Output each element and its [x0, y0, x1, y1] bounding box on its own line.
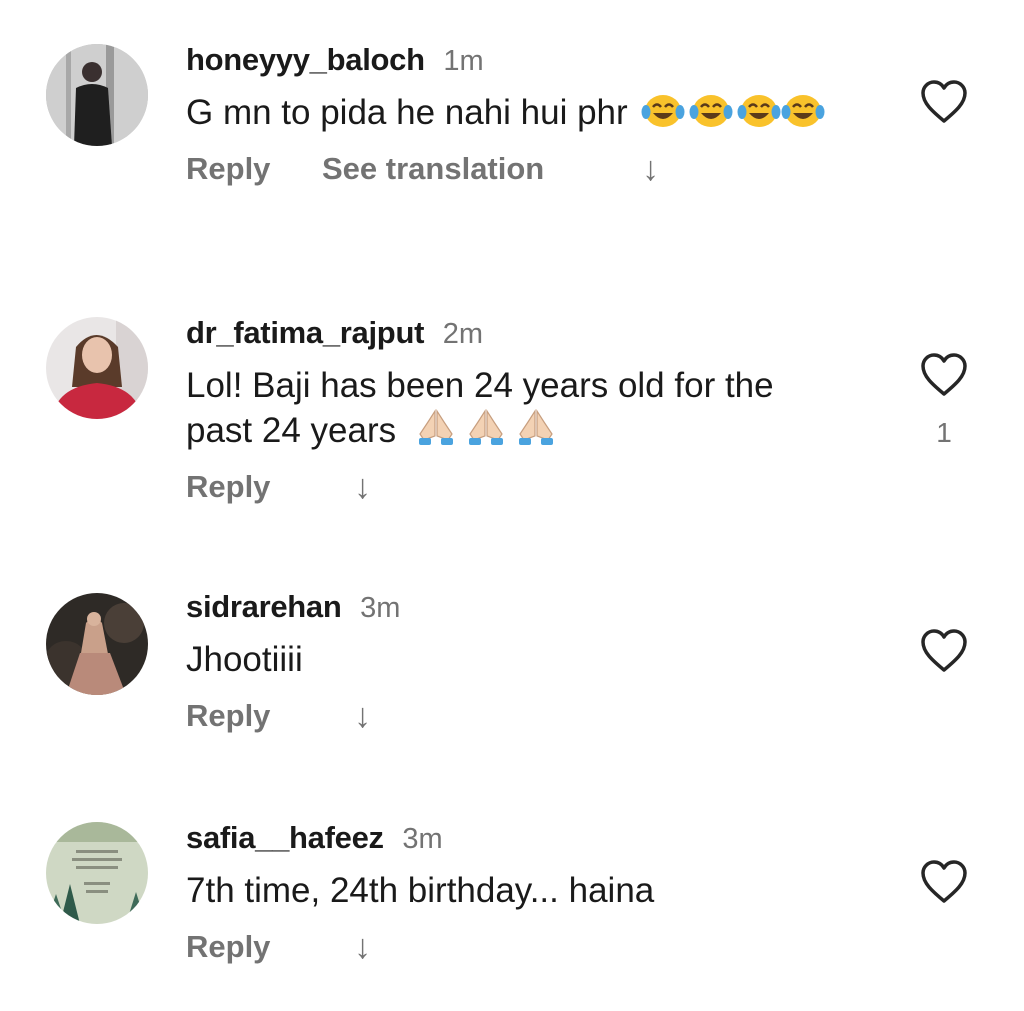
like-button[interactable] [918, 858, 970, 906]
reply-button[interactable]: Reply [186, 694, 270, 738]
folded-hands-icon [516, 408, 556, 448]
like-button[interactable] [918, 78, 970, 126]
heart-outline-icon [921, 860, 967, 903]
heart-outline-icon [921, 629, 967, 672]
comment-body: Jhootiiii [186, 640, 303, 679]
reply-button[interactable]: Reply [186, 465, 270, 509]
face-with-tears-of-joy-icon [689, 92, 733, 130]
arrow-down-icon[interactable]: ↓ [354, 694, 371, 738]
face-with-tears-of-joy-icon [641, 92, 685, 130]
folded-hands-icon [416, 408, 456, 448]
avatar[interactable] [46, 822, 148, 924]
comment-text: Lol! Baji has been 24 years old for the … [186, 363, 826, 453]
avatar[interactable] [46, 593, 148, 695]
reply-button[interactable]: Reply [186, 925, 270, 969]
comment-text: Jhootiiii [186, 637, 886, 682]
username[interactable]: safia__hafeez [186, 820, 384, 855]
avatar-image [46, 593, 148, 695]
arrow-down-icon[interactable]: ↓ [354, 925, 371, 969]
comment-actions: Reply ↓ [186, 925, 886, 969]
reply-button[interactable]: Reply [186, 147, 270, 191]
arrow-down-icon[interactable]: ↓ [642, 147, 659, 191]
see-translation-button[interactable]: See translation [322, 147, 544, 191]
comment-text: G mn to pida he nahi hui phr [186, 90, 876, 135]
avatar[interactable] [46, 44, 148, 146]
like-button[interactable] [918, 351, 970, 399]
comment-actions: Reply ↓ [186, 694, 886, 738]
folded-hands-icon [466, 408, 506, 448]
face-with-tears-of-joy-icon [737, 92, 781, 130]
comment-body: 7th time, 24th birthday... haina [186, 871, 655, 910]
avatar-image [46, 822, 148, 924]
like-button[interactable] [918, 627, 970, 675]
heart-outline-icon [921, 353, 967, 396]
timestamp: 3m [360, 592, 401, 624]
avatar-image [46, 317, 148, 419]
timestamp: 3m [402, 823, 443, 855]
username[interactable]: sidrarehan [186, 589, 342, 624]
comment-body: G mn to pida he nahi hui phr [186, 93, 628, 132]
heart-outline-icon [921, 80, 967, 123]
timestamp: 2m [442, 318, 484, 350]
comment-actions: Reply ↓ [186, 465, 886, 509]
comment-text: 7th time, 24th birthday... haina [186, 868, 886, 913]
like-count: 1 [936, 417, 952, 448]
avatar-image [46, 44, 148, 146]
timestamp: 1m [443, 45, 484, 77]
avatar[interactable] [46, 317, 148, 419]
arrow-down-icon[interactable]: ↓ [354, 465, 371, 509]
username[interactable]: dr_fatima_rajput [186, 315, 424, 350]
comment-actions: Reply See translation ↓ [186, 147, 886, 191]
username[interactable]: honeyyy_baloch [186, 42, 425, 77]
face-with-tears-of-joy-icon [781, 92, 825, 130]
